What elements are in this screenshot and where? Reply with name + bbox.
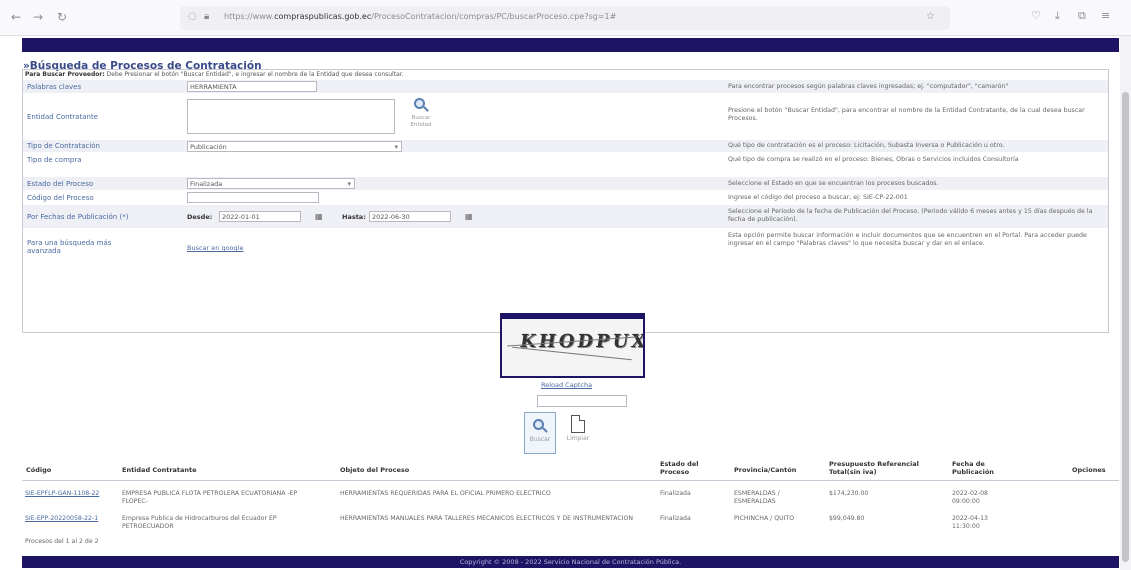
limpiar-label: Limpiar bbox=[566, 435, 590, 442]
download-icon[interactable]: ⤓ bbox=[1055, 9, 1060, 23]
calendar-icon-hasta[interactable]: ▦ bbox=[465, 212, 473, 221]
row-entidad: Entidad Contratante Buscar Entidad Presi… bbox=[23, 93, 1108, 139]
row-2-estado: Finalizada bbox=[660, 515, 691, 522]
fechas-desc: Seleccione el Periodo de la fecha de Pub… bbox=[728, 208, 1093, 223]
extensions-icon[interactable]: ⧉ bbox=[1078, 9, 1086, 23]
row-codigo: Código del Proceso Ingrese el código del… bbox=[23, 190, 1108, 204]
palabras-input[interactable]: HERRAMIENTA bbox=[187, 81, 317, 92]
menu-icon[interactable]: ≡ bbox=[1101, 9, 1110, 22]
row-2-entidad: Empresa Publica de Hidrocarburos del Ecu… bbox=[122, 515, 277, 530]
forward-icon[interactable]: → bbox=[30, 9, 46, 25]
document-icon bbox=[571, 415, 585, 433]
tipo-compra-desc: Qué tipo de compra se realizó en el proc… bbox=[728, 156, 1019, 163]
row-palabras: Palabras claves HERRAMIENTA Para encontr… bbox=[23, 79, 1108, 93]
entidad-label: Entidad Contratante bbox=[27, 113, 98, 121]
desde-input[interactable]: 2022-01-01 bbox=[219, 211, 301, 222]
tipo-contratacion-desc: Qué tipo de contratación es el proceso: … bbox=[728, 142, 1005, 149]
row-2-codigo-link[interactable]: SIE-EPP-20220058-22-1 bbox=[25, 515, 105, 523]
estado-desc: Seleccione el Estado en que se encuentra… bbox=[728, 180, 939, 187]
shield-icon[interactable]: ◌ bbox=[188, 11, 197, 22]
header-codigo: Código bbox=[26, 466, 52, 474]
codigo-desc: Ingrese el código del proceso a buscar, … bbox=[728, 194, 908, 201]
site-header-bar bbox=[22, 38, 1119, 52]
header-estado: Estado del Proceso bbox=[660, 460, 699, 476]
scrollbar-thumb[interactable] bbox=[1122, 92, 1129, 562]
lock-icon[interactable]: 🔒︎ bbox=[204, 11, 209, 22]
buscar-entidad-label: Buscar Entidad bbox=[410, 115, 432, 128]
codigo-label: Código del Proceso bbox=[27, 194, 94, 202]
buscar-button[interactable]: Buscar bbox=[524, 412, 556, 454]
magnifier-icon bbox=[413, 97, 429, 113]
row-tipo-contratacion: Tipo de Contratación Publicación Qué tip… bbox=[23, 139, 1108, 152]
tipo-compra-label: Tipo de compra bbox=[27, 156, 82, 164]
search-icon bbox=[532, 418, 548, 434]
buscar-google-link[interactable]: Buscar en google bbox=[187, 244, 243, 252]
codigo-input[interactable] bbox=[187, 192, 319, 203]
header-entidad: Entidad Contratante bbox=[122, 466, 197, 474]
estado-label: Estado del Proceso bbox=[27, 180, 94, 188]
avanzada-desc: Esta opción permite buscar información e… bbox=[728, 232, 1087, 247]
buscar-label: Buscar bbox=[529, 436, 551, 443]
header-opciones: Opciones bbox=[1072, 466, 1106, 474]
search-form: Para Buscar Proveedor: Debe Presionar el… bbox=[22, 69, 1109, 333]
row-1-fecha: 2022-02-08 09:00:00 bbox=[952, 490, 988, 505]
reload-icon[interactable]: ↻ bbox=[54, 9, 70, 25]
tipo-contratacion-select[interactable]: Publicación bbox=[187, 141, 402, 152]
row-fechas: Por Fechas de Publicación (*) Desde: 202… bbox=[23, 204, 1108, 228]
row-estado: Estado del Proceso Finalizada Seleccione… bbox=[23, 176, 1108, 190]
url-text[interactable]: https://www.compraspublicas.gob.ec/Proce… bbox=[224, 12, 616, 21]
help-line: Para Buscar Proveedor: Debe Presionar el… bbox=[25, 71, 404, 78]
row-2-objeto: HERRAMIENTAS MANUALES PARA TALLERES MECA… bbox=[340, 515, 633, 522]
pocket-icon[interactable]: ♡ bbox=[1031, 9, 1041, 22]
header-objeto: Objeto del Proceso bbox=[340, 466, 410, 474]
browser-toolbar: ← → ↻ ◌ 🔒︎ https://www.compraspublicas.g… bbox=[0, 0, 1131, 36]
header-provincia: Provincia/Cantón bbox=[734, 466, 797, 474]
entidad-desc: Presione el botón "Buscar Entidad", para… bbox=[728, 107, 1085, 122]
bookmark-star-icon[interactable]: ☆ bbox=[926, 11, 935, 22]
row-1-codigo-link[interactable]: SIE-EPFLP-GAN-1108-22 bbox=[25, 490, 105, 498]
row-avanzada: Para una búsqueda más avanzada Buscar en… bbox=[23, 228, 1108, 308]
results-count: Procesos del 1 al 2 de 2 bbox=[25, 538, 99, 545]
desde-label: Desde: bbox=[187, 213, 213, 221]
row-2-provincia: PICHINCHA / QUITO bbox=[734, 515, 795, 522]
row-2-fecha: 2022-04-13 11:30:00 bbox=[952, 515, 988, 530]
fechas-label: Por Fechas de Publicación (*) bbox=[27, 213, 129, 221]
row-1-estado: Finalizada bbox=[660, 490, 691, 497]
captcha-input[interactable] bbox=[537, 395, 627, 407]
limpiar-button[interactable]: Limpiar bbox=[563, 412, 593, 454]
palabras-label: Palabras claves bbox=[27, 83, 82, 91]
row-1-objeto: HERRAMIENTAS REQUERIDAS PARA EL OFICIAL … bbox=[340, 490, 551, 497]
row-tipo-compra: Tipo de compra Qué tipo de compra se rea… bbox=[23, 152, 1108, 176]
estado-select[interactable]: Finalizada bbox=[187, 178, 355, 189]
tipo-contratacion-label: Tipo de Contratación bbox=[27, 142, 100, 150]
header-fecha: Fecha de Publicación bbox=[952, 460, 994, 476]
hasta-input[interactable]: 2022-06-30 bbox=[369, 211, 451, 222]
buscar-entidad-button[interactable]: Buscar Entidad bbox=[406, 97, 436, 129]
row-1-provincia: ESMERALDAS / ESMERALDAS bbox=[734, 490, 780, 505]
hasta-label: Hasta: bbox=[342, 213, 366, 221]
reload-captcha-link[interactable]: Reload Captcha bbox=[541, 381, 592, 389]
avanzada-label: Para una búsqueda más avanzada bbox=[27, 239, 112, 255]
captcha-image: KHODPUX bbox=[500, 313, 645, 378]
footer: Copyright © 2008 - 2022 Servicio Naciona… bbox=[22, 556, 1119, 568]
url-bar[interactable]: ◌ 🔒︎ https://www.compraspublicas.gob.ec/… bbox=[180, 6, 950, 30]
calendar-icon-desde[interactable]: ▦ bbox=[315, 212, 323, 221]
header-presupuesto: Presupuesto Referencial Total(sin iva) bbox=[829, 460, 919, 476]
back-icon[interactable]: ← bbox=[8, 9, 24, 25]
palabras-desc: Para encontrar procesos según palabras c… bbox=[728, 83, 1009, 90]
row-2-presupuesto: $99,049.80 bbox=[829, 515, 865, 522]
row-1-presupuesto: $174,230.00 bbox=[829, 490, 869, 497]
entidad-textarea[interactable] bbox=[187, 99, 395, 134]
row-1-entidad: EMPRESA PUBLICA FLOTA PETROLERA ECUATORI… bbox=[122, 490, 298, 505]
